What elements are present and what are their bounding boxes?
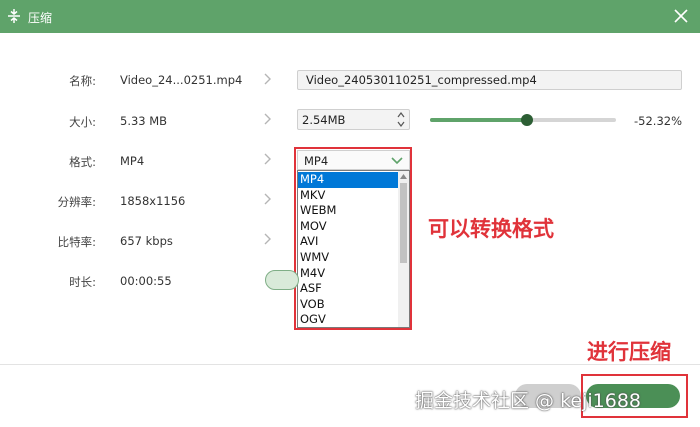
chevron-right-icon (264, 73, 271, 85)
name-label: 名称: (69, 74, 96, 88)
format-highlight-box (294, 147, 412, 330)
resolution-label: 分辨率: (57, 195, 96, 209)
source-format-value: MP4 (120, 154, 145, 168)
target-size-value: 2.54MB (302, 113, 346, 127)
resolution-value: 1858x1156 (120, 194, 186, 208)
close-icon[interactable] (672, 7, 690, 25)
trim-toggle[interactable] (265, 270, 299, 290)
duration-label: 时长: (69, 275, 96, 289)
target-size-stepper[interactable]: 2.54MB (297, 109, 410, 130)
source-name-value: Video_24...0251.mp4 (120, 73, 243, 87)
output-name-field[interactable]: Video_240530110251_compressed.mp4 (297, 70, 682, 90)
compress-icon (8, 9, 20, 23)
watermark-text: 掘金技术社区 @ keji1688 (415, 390, 642, 412)
duration-value: 00:00:55 (120, 274, 172, 288)
chevron-right-icon (264, 233, 271, 245)
compression-percent: -52.32% (634, 114, 682, 128)
source-size-value: 5.33 MB (120, 114, 168, 128)
chevron-right-icon (264, 153, 271, 165)
size-label: 大小: (69, 115, 96, 129)
slider-fill (430, 118, 527, 122)
bitrate-label: 比特率: (57, 235, 96, 249)
bitrate-value: 657 kbps (120, 234, 173, 248)
compression-slider[interactable] (430, 114, 616, 126)
chevron-right-icon (264, 193, 271, 205)
title-bar: 压缩 (0, 0, 700, 33)
format-label: 格式: (69, 155, 96, 169)
chevron-down-icon[interactable] (396, 120, 406, 128)
chevron-right-icon (264, 113, 271, 125)
window-title: 压缩 (28, 11, 53, 25)
format-annotation: 可以转换格式 (428, 217, 554, 241)
compress-annotation: 进行压缩 (587, 340, 671, 364)
slider-thumb[interactable] (520, 114, 533, 126)
chevron-up-icon[interactable] (396, 111, 406, 119)
